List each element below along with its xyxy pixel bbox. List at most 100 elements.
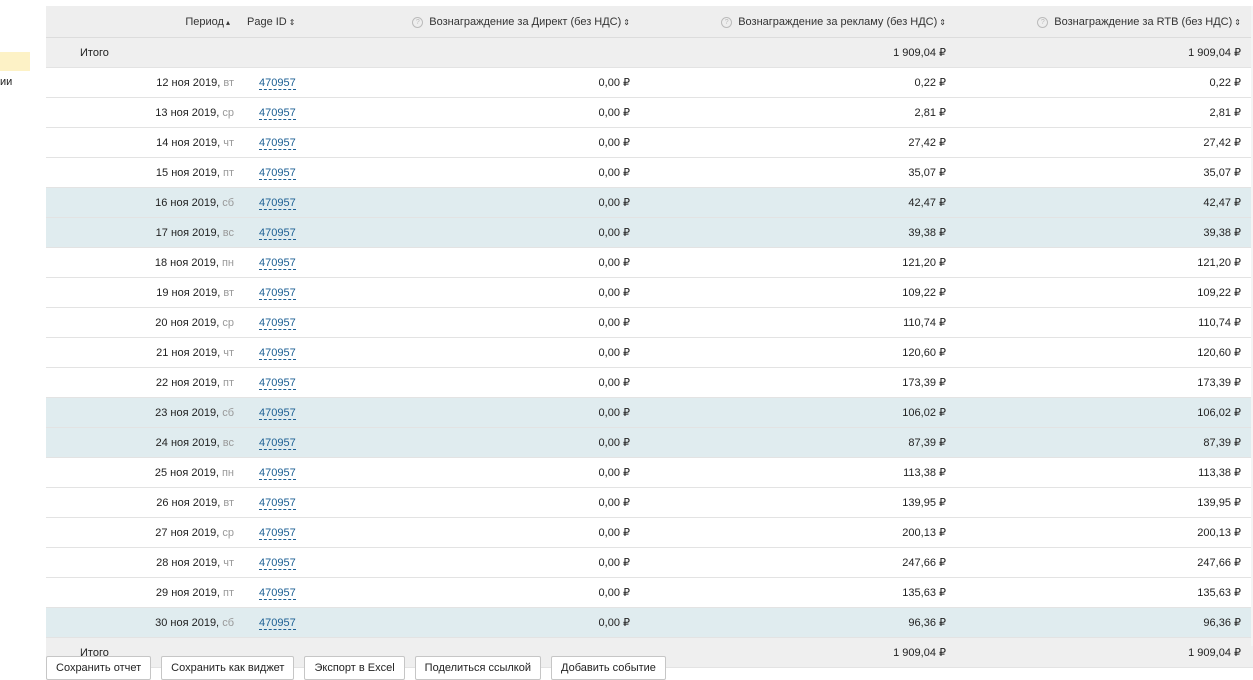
table-header-row: Период ▴ Page ID ⇕ ? Вознаграждение за Дире… [46,6,1253,38]
page-id-cell: 470957 [239,487,369,518]
ads-reward-cell: 110,74 ₽ [633,307,953,338]
column-header-ads[interactable]: ? Вознаграждение за рекламу (без НДС) ⇕ [633,6,953,38]
column-header-period[interactable]: Период ▴ [46,6,239,38]
help-icon[interactable]: ? [412,16,424,28]
direct-reward-cell: 0,00 ₽ [369,97,633,128]
help-icon[interactable]: ? [721,16,733,28]
sort-icon[interactable]: ⇕ [939,18,946,27]
page-id-link[interactable]: 470957 [259,106,296,120]
page-id-link[interactable]: 470957 [259,346,296,360]
page-id-link[interactable]: 470957 [259,436,296,450]
ads-reward-cell: 96,36 ₽ [633,607,953,638]
date-text: 22 ноя 2019, [155,376,220,389]
period-cell: 23 ноя 2019, сб [46,397,239,428]
period-cell: 22 ноя 2019, пт [46,367,239,398]
page-id-link[interactable]: 470957 [259,526,296,540]
date-text: 21 ноя 2019, [156,346,221,359]
ads-reward-cell: 87,39 ₽ [633,427,953,458]
page-id-link[interactable]: 470957 [259,466,296,480]
page-id-link[interactable]: 470957 [259,496,296,510]
period-cell: 19 ноя 2019, вт [46,277,239,308]
direct-reward-cell: 0,00 ₽ [369,277,633,308]
weekday-text: чт [223,136,234,149]
period-cell: 28 ноя 2019, чт [46,547,239,578]
date-text: 13 ноя 2019, [155,106,220,119]
report-actions: Сохранить отчет Сохранить как виджет Экс… [46,656,666,680]
sort-icon[interactable]: ⇕ [1234,18,1241,27]
period-cell: 20 ноя 2019, ср [46,307,239,338]
total-direct [369,37,633,68]
total-ads: 1 909,04 ₽ [633,637,953,668]
page-id-cell: 470957 [239,457,369,488]
column-header-direct[interactable]: ? Вознаграждение за Директ (без НДС) ⇕ [369,6,633,38]
page-id-link[interactable]: 470957 [259,196,296,210]
weekday-text: пт [223,586,234,599]
direct-reward-cell: 0,00 ₽ [369,217,633,248]
sidebar-item-label[interactable]: ии [0,76,12,88]
period-cell: 26 ноя 2019, вт [46,487,239,518]
page-id-cell: 470957 [239,187,369,218]
ads-reward-cell: 39,38 ₽ [633,217,953,248]
rtb-reward-cell: 113,38 ₽ [953,457,1253,488]
column-header-page-id[interactable]: Page ID ⇕ [239,6,369,38]
sidebar-active-item[interactable] [0,52,30,71]
column-header-direct-label: Вознаграждение за Директ (без НДС) [429,15,622,28]
date-text: 19 ноя 2019, [156,286,221,299]
date-text: 26 ноя 2019, [156,496,221,509]
page-id-link[interactable]: 470957 [259,286,296,300]
direct-reward-cell: 0,00 ₽ [369,457,633,488]
page-id-link[interactable]: 470957 [259,226,296,240]
weekday-text: вт [223,76,234,89]
direct-reward-cell: 0,00 ₽ [369,607,633,638]
date-text: 14 ноя 2019, [156,136,221,149]
page-id-link[interactable]: 470957 [259,166,296,180]
table-row: 30 ноя 2019, сб 470957 0,00 ₽96,36 ₽96,36 … [46,607,1253,638]
add-event-button[interactable]: Добавить событие [551,656,666,680]
weekday-text: ср [222,316,234,329]
page-id-link[interactable]: 470957 [259,76,296,90]
weekday-text: вс [222,436,234,449]
export-excel-button[interactable]: Экспорт в Excel [304,656,405,680]
rtb-reward-cell: 200,13 ₽ [953,517,1253,548]
page-id-link[interactable]: 470957 [259,616,296,630]
total-page-id [239,37,369,68]
rtb-reward-cell: 2,81 ₽ [953,97,1253,128]
page-id-cell: 470957 [239,427,369,458]
column-header-period-label: Период [185,15,224,28]
period-cell: 17 ноя 2019, вс [46,217,239,248]
sort-icon[interactable]: ⇕ [623,18,630,27]
page-id-cell: 470957 [239,157,369,188]
page-id-link[interactable]: 470957 [259,316,296,330]
ads-reward-cell: 35,07 ₽ [633,157,953,188]
sort-icon[interactable]: ⇕ [289,18,296,27]
rtb-reward-cell: 135,63 ₽ [953,577,1253,608]
ads-reward-cell: 106,02 ₽ [633,397,953,428]
page-id-link[interactable]: 470957 [259,406,296,420]
ads-reward-cell: 120,60 ₽ [633,337,953,368]
ads-reward-cell: 200,13 ₽ [633,517,953,548]
save-report-button[interactable]: Сохранить отчет [46,656,152,680]
statistics-table-container: Период ▴ Page ID ⇕ ? Вознаграждение за Дире… [46,6,1253,668]
weekday-text: сб [222,406,234,419]
page-id-link[interactable]: 470957 [259,136,296,150]
total-rtb: 1 909,04 ₽ [953,637,1253,668]
direct-reward-cell: 0,00 ₽ [369,547,633,578]
help-icon[interactable]: ? [1037,16,1049,28]
page-id-link[interactable]: 470957 [259,586,296,600]
share-link-button[interactable]: Поделиться ссылкой [414,656,541,680]
table-row: 14 ноя 2019, чт 470957 0,00 ₽27,42 ₽27,42 … [46,127,1253,158]
sort-asc-icon[interactable]: ▴ [226,18,230,27]
date-text: 18 ноя 2019, [154,256,219,269]
ads-reward-cell: 2,81 ₽ [633,97,953,128]
page-id-cell: 470957 [239,127,369,158]
table-row: 26 ноя 2019, вт 470957 0,00 ₽139,95 ₽139,9… [46,487,1253,518]
direct-reward-cell: 0,00 ₽ [369,307,633,338]
page-id-link[interactable]: 470957 [259,376,296,390]
save-as-widget-button[interactable]: Сохранить как виджет [161,656,295,680]
page-id-link[interactable]: 470957 [259,556,296,570]
page-id-link[interactable]: 470957 [259,256,296,270]
weekday-text: чт [223,556,234,569]
column-header-rtb[interactable]: ? Вознаграждение за RTB (без НДС) ⇕ [953,6,1253,38]
rtb-reward-cell: 247,66 ₽ [953,547,1253,578]
page-id-cell: 470957 [239,277,369,308]
